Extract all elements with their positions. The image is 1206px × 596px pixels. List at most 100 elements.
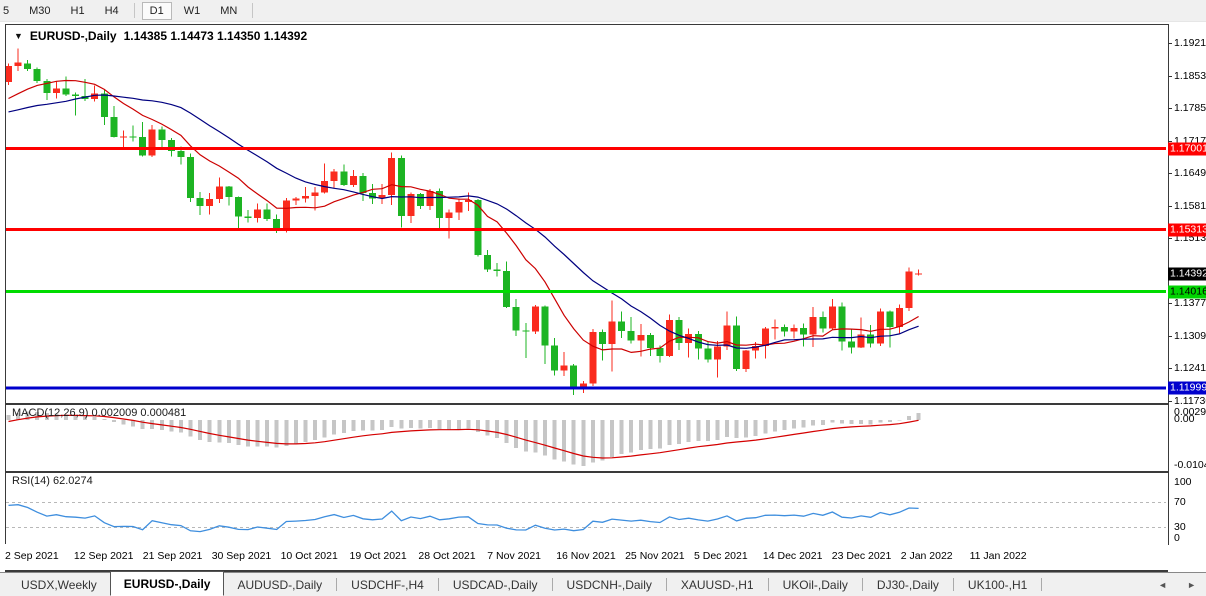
price-axis[interactable]: 1.192101.185301.178501.171701.164901.158…	[1167, 24, 1206, 544]
candle-body	[867, 334, 874, 343]
macd-histogram-bar	[917, 413, 921, 420]
tab-ukoil-daily[interactable]: UKOil-,Daily	[770, 574, 861, 596]
macd-histogram-bar	[878, 420, 882, 422]
candle-body	[312, 192, 319, 196]
macd-histogram-bar	[735, 420, 739, 438]
price-tick-label: 1.19210	[1174, 37, 1206, 49]
macd-histogram-bar	[754, 420, 758, 436]
axis-tick-mark	[1168, 336, 1172, 337]
tab-separator	[552, 578, 553, 591]
macd-histogram-bar	[897, 420, 901, 421]
macd-histogram-bar	[208, 420, 212, 442]
main-chart-pane[interactable]: ▼ EURUSD-,Daily 1.14385 1.14473 1.14350 …	[5, 24, 1169, 404]
axis-tick-mark	[1168, 43, 1172, 44]
candle-body	[197, 198, 204, 206]
macd-histogram-bar	[409, 420, 413, 428]
candle-body	[292, 199, 299, 201]
macd-histogram-bar	[869, 420, 873, 424]
macd-histogram-bar	[773, 420, 777, 431]
macd-tick-label: 0.00	[1174, 413, 1194, 425]
tab-uk100-h1[interactable]: UK100-,H1	[955, 574, 1040, 596]
timeframe-button-h1[interactable]: H1	[63, 2, 93, 20]
macd-histogram-bar	[907, 416, 911, 420]
candle-body	[427, 191, 434, 206]
timeframe-button-h4[interactable]: H4	[97, 2, 127, 20]
macd-histogram-bar	[495, 420, 499, 438]
tab-separator	[438, 578, 439, 591]
macd-histogram-bar	[323, 420, 327, 437]
timeframe-button-mn[interactable]: MN	[212, 2, 245, 20]
tab-usdcnh-daily[interactable]: USDCNH-,Daily	[554, 574, 665, 596]
toolbar-separator	[134, 3, 135, 18]
candle-body	[743, 351, 750, 369]
timeframe-button-m30[interactable]: M30	[21, 2, 58, 20]
tab-separator	[1041, 578, 1042, 591]
candle-body	[283, 200, 290, 230]
tab-usdcad-daily[interactable]: USDCAD-,Daily	[440, 574, 551, 596]
timeframe-button-5[interactable]: 5	[0, 2, 17, 20]
candle-body	[618, 322, 625, 332]
price-tick-label: 1.13090	[1174, 330, 1206, 342]
candle-body	[781, 327, 788, 332]
macd-histogram-bar	[112, 420, 116, 422]
macd-histogram-bar	[332, 420, 336, 434]
macd-histogram-bar	[102, 419, 106, 420]
symbol-dropdown-icon[interactable]: ▼	[14, 31, 23, 41]
candle-body	[724, 325, 731, 346]
macd-histogram-bar	[342, 420, 346, 433]
candle-body	[302, 196, 309, 198]
macd-histogram-bar	[639, 420, 643, 450]
price-tick-label: 1.12410	[1174, 362, 1206, 374]
price-badge-117001: 1.17001	[1168, 142, 1206, 155]
tab-eurusd-daily[interactable]: EURUSD-,Daily	[110, 571, 225, 596]
candle-body	[647, 335, 654, 348]
date-axis[interactable]: 2 Sep 202112 Sep 202121 Sep 202130 Sep 2…	[5, 544, 1168, 572]
tab-audusd-daily[interactable]: AUDUSD-,Daily	[224, 574, 335, 596]
price-badge-114392: 1.14392	[1168, 267, 1206, 280]
candle-body	[417, 194, 424, 206]
macd-histogram-bar	[553, 420, 557, 459]
macd-indicator-pane[interactable]: MACD(12,26,9) 0.002009 0.000481	[5, 404, 1169, 472]
macd-histogram-bar	[380, 420, 384, 430]
macd-histogram-bar	[189, 420, 193, 437]
rsi-indicator-pane[interactable]: RSI(14) 62.0274	[5, 472, 1169, 545]
tab-scroll-right-icon[interactable]: ►	[1187, 580, 1196, 590]
macd-histogram-bar	[725, 420, 729, 437]
candle-body	[791, 328, 798, 332]
macd-histogram-bar	[543, 420, 547, 456]
macd-histogram-bar	[600, 420, 604, 461]
candle-body	[838, 307, 845, 342]
macd-histogram-bar	[121, 420, 125, 424]
macd-histogram-bar	[351, 420, 355, 431]
tab-usdchf-h4[interactable]: USDCHF-,H4	[338, 574, 437, 596]
candle-body	[810, 317, 817, 335]
candle-body	[130, 136, 137, 137]
candle-body	[24, 64, 31, 69]
timeframe-button-w1[interactable]: W1	[176, 2, 209, 20]
tab-dj30-daily[interactable]: DJ30-,Daily	[864, 574, 952, 596]
chart-title: ▼ EURUSD-,Daily 1.14385 1.14473 1.14350 …	[14, 29, 307, 43]
macd-histogram-bar	[438, 420, 442, 429]
price-badge-115313: 1.15313	[1168, 223, 1206, 236]
candle-body	[628, 331, 635, 341]
tab-xauusd-h1[interactable]: XAUUSD-,H1	[668, 574, 767, 596]
candle-body	[896, 308, 903, 327]
timeframe-button-d1[interactable]: D1	[142, 2, 172, 20]
rsi-label: RSI(14) 62.0274	[12, 475, 93, 487]
date-tick-label: 5 Dec 2021	[694, 550, 748, 562]
macd-histogram-bar	[284, 420, 288, 446]
macd-histogram-bar	[486, 420, 490, 435]
date-tick-label: 7 Nov 2021	[487, 550, 541, 562]
candle-body	[551, 345, 558, 370]
candle-body	[637, 335, 644, 341]
candle-body	[676, 320, 683, 343]
date-tick-label: 2 Sep 2021	[5, 550, 59, 562]
macd-histogram-bar	[390, 420, 394, 427]
tab-usdx-weekly[interactable]: USDX,Weekly	[8, 574, 110, 596]
macd-histogram-bar	[668, 420, 672, 445]
macd-histogram-bar	[859, 420, 863, 424]
macd-histogram-bar	[782, 420, 786, 430]
tab-scroll-left-icon[interactable]: ◄	[1158, 580, 1167, 590]
macd-histogram-bar	[696, 420, 700, 441]
candle-body	[666, 320, 673, 356]
